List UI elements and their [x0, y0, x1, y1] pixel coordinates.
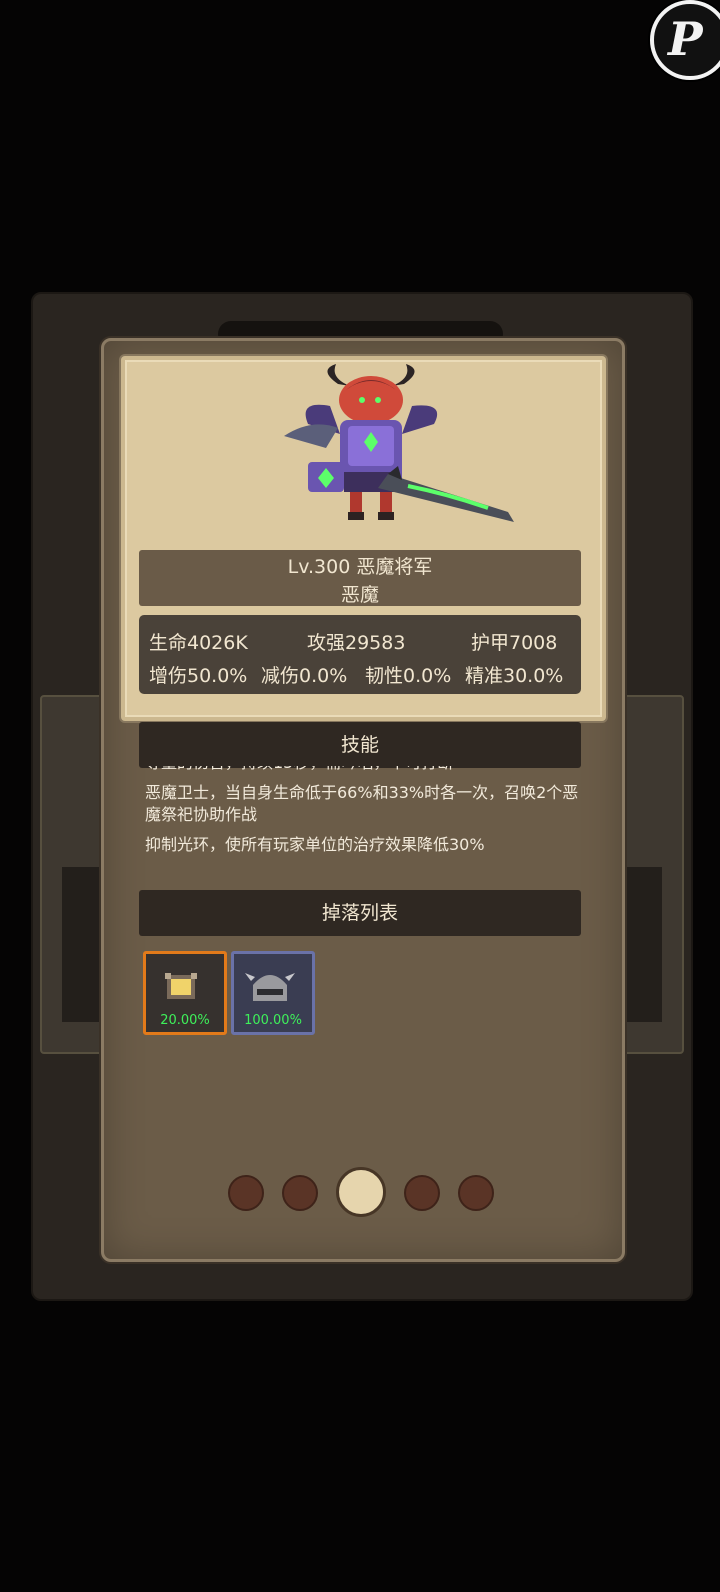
monster-level-name: Lv.300 恶魔将军: [287, 556, 433, 578]
stat-armor: 护甲7008: [471, 632, 558, 654]
demon-general-sprite: [284, 364, 514, 522]
stat-accuracy: 精准30.0%: [465, 665, 564, 687]
stat-hp: 生命4026K: [149, 632, 248, 654]
skills-header: 技能: [139, 722, 581, 768]
stat-toughness: 韧性0.0%: [365, 665, 452, 687]
stat-damage-reduction: 减伤0.0%: [261, 665, 348, 687]
monster-type: 恶魔: [340, 584, 379, 606]
drop-item-slot[interactable]: 100.00%: [231, 951, 315, 1035]
skills-list[interactable]: 等量的伤害，持续15秒，需吟唱，不可打断 恶魔卫士，当自身生命低于66%和33%…: [145, 766, 582, 872]
skill-item: 抑制光环，使所有玩家单位的治疗效果降低30%: [145, 835, 485, 854]
drop-rate: 20.00%: [160, 1013, 210, 1028]
drop-item-slot[interactable]: 20.00%: [143, 951, 227, 1035]
page-dot[interactable]: [228, 1175, 264, 1211]
page-dot-active[interactable]: [336, 1167, 386, 1217]
drop-rate: 100.00%: [244, 1013, 302, 1028]
skill-item: 等量的伤害，持续15秒，需吟唱，不可打断: [145, 766, 582, 774]
stats-box: 生命4026K 攻强29583 护甲7008 增伤50.0% 减伤0.0% 韧性…: [139, 615, 581, 694]
page-dot[interactable]: [404, 1175, 440, 1211]
stat-attack: 攻强29583: [307, 632, 406, 654]
drop-list-header: 掉落列表: [139, 890, 581, 936]
app-logo-icon[interactable]: P: [650, 0, 720, 80]
monster-name-bar: Lv.300 恶魔将军 恶魔: [139, 550, 581, 606]
skill-item: 恶魔卫士，当自身生命低于66%和33%时各一次，召唤2个恶魔祭祀协助作战: [145, 783, 579, 824]
page-dot[interactable]: [282, 1175, 318, 1211]
stat-damage-increase: 增伤50.0%: [149, 665, 248, 687]
page-dot[interactable]: [458, 1175, 494, 1211]
